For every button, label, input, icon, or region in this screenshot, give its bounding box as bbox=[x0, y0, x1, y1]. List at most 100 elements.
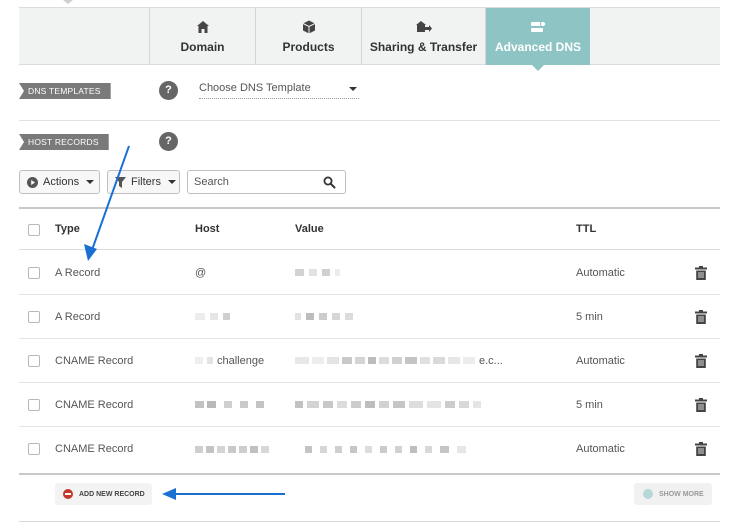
record-host bbox=[195, 427, 274, 471]
domain-tab-bar: Domain Products Sharing & Transfer Advan… bbox=[19, 7, 720, 71]
record-type: CNAME Record bbox=[55, 398, 134, 411]
redacted-block bbox=[256, 401, 264, 408]
redacted-block bbox=[335, 445, 342, 453]
redacted-block bbox=[309, 269, 317, 276]
redacted-block bbox=[445, 401, 455, 408]
redacted-block bbox=[365, 445, 372, 453]
chevron-down-icon bbox=[167, 180, 176, 184]
add-new-record-button[interactable]: ADD NEW RECORD bbox=[55, 483, 152, 505]
record-ttl: 5 min bbox=[576, 310, 603, 323]
tab-advanced-dns-label: Advanced DNS bbox=[494, 40, 582, 54]
trash-icon[interactable] bbox=[695, 398, 707, 412]
add-circle-icon bbox=[63, 489, 73, 499]
redacted-block bbox=[306, 313, 314, 320]
redacted-block bbox=[410, 445, 417, 453]
redacted-block bbox=[337, 401, 347, 408]
record-ttl: Automatic bbox=[576, 354, 625, 367]
table-row: CNAME Record Automatic bbox=[19, 427, 720, 471]
record-host bbox=[195, 383, 269, 426]
search-input[interactable] bbox=[194, 176, 314, 188]
dns-template-select[interactable]: Choose DNS Template bbox=[199, 82, 359, 99]
row-checkbox[interactable] bbox=[28, 311, 40, 323]
top-notch bbox=[63, 0, 73, 4]
tab-domain[interactable]: Domain bbox=[149, 8, 255, 65]
record-value bbox=[295, 295, 358, 338]
redacted-block bbox=[295, 269, 304, 276]
table-row: CNAME Record 5 min bbox=[19, 383, 720, 427]
record-value bbox=[295, 251, 345, 294]
redacted-block bbox=[379, 357, 389, 364]
redacted-block bbox=[322, 269, 330, 276]
redacted-block bbox=[335, 269, 340, 276]
redacted-block bbox=[305, 445, 312, 453]
record-type: CNAME Record bbox=[55, 443, 134, 455]
redacted-block bbox=[440, 445, 449, 453]
row-checkbox[interactable] bbox=[28, 399, 40, 411]
trash-icon[interactable] bbox=[695, 266, 707, 280]
tab-products-label: Products bbox=[282, 40, 335, 54]
record-host: challenge bbox=[195, 339, 264, 382]
redacted-block bbox=[239, 445, 247, 453]
filter-icon bbox=[115, 176, 126, 188]
bottom-rule bbox=[19, 521, 720, 522]
table-row: A Record 5 min bbox=[19, 295, 720, 339]
redacted-block bbox=[473, 401, 481, 408]
redacted-block bbox=[395, 445, 402, 453]
row-checkbox[interactable] bbox=[28, 443, 40, 455]
transfer-icon bbox=[415, 21, 432, 32]
actions-button[interactable]: Actions bbox=[19, 170, 100, 194]
record-type: A Record bbox=[55, 266, 101, 279]
chevron-down-icon bbox=[349, 87, 357, 91]
play-circle-icon bbox=[27, 176, 38, 188]
tab-sharing-transfer[interactable]: Sharing & Transfer bbox=[361, 8, 485, 65]
header-type: Type bbox=[55, 223, 80, 235]
trash-icon[interactable] bbox=[695, 442, 707, 456]
tab-products[interactable]: Products bbox=[255, 8, 361, 65]
redacted-block bbox=[380, 445, 387, 453]
redacted-block bbox=[405, 357, 417, 364]
record-value bbox=[295, 383, 575, 426]
redacted-block bbox=[228, 445, 236, 453]
redacted-block bbox=[345, 313, 353, 320]
redacted-block bbox=[350, 445, 357, 453]
trash-icon[interactable] bbox=[695, 310, 707, 324]
dns-templates-help-icon[interactable]: ? bbox=[159, 81, 178, 100]
filters-button-label: Filters bbox=[131, 176, 161, 188]
tab-sharing-transfer-label: Sharing & Transfer bbox=[369, 40, 478, 54]
redacted-block bbox=[223, 313, 230, 320]
redacted-block bbox=[240, 401, 248, 408]
redacted-block bbox=[433, 357, 445, 364]
header-host: Host bbox=[195, 223, 220, 235]
redacted-block bbox=[195, 401, 204, 408]
host-records-help-icon[interactable]: ? bbox=[159, 132, 178, 151]
redacted-block bbox=[207, 357, 213, 364]
header-ttl: TTL bbox=[576, 223, 597, 235]
row-checkbox[interactable] bbox=[28, 267, 40, 279]
host-records-label: HOST RECORDS bbox=[19, 134, 109, 150]
dns-templates-label: DNS TEMPLATES bbox=[19, 83, 111, 99]
redacted-block bbox=[448, 357, 460, 364]
redacted-block bbox=[312, 357, 324, 364]
redacted-block bbox=[392, 357, 402, 364]
trash-icon[interactable] bbox=[695, 354, 707, 368]
search-icon[interactable] bbox=[323, 176, 336, 189]
filters-button[interactable]: Filters bbox=[107, 170, 180, 194]
tab-advanced-dns[interactable]: Advanced DNS bbox=[485, 8, 590, 71]
redacted-block bbox=[368, 357, 376, 364]
redacted-block bbox=[420, 357, 430, 364]
redacted-block bbox=[463, 357, 475, 364]
redacted-block bbox=[307, 401, 319, 408]
record-host-text: challenge bbox=[217, 354, 265, 367]
select-all-checkbox[interactable] bbox=[28, 224, 40, 236]
show-more-button[interactable]: SHOW MORE bbox=[634, 483, 712, 505]
section-divider bbox=[19, 120, 720, 121]
chevron-down-icon bbox=[86, 180, 95, 184]
redacted-block bbox=[210, 313, 218, 320]
table-row: A Record @ Automatic bbox=[19, 251, 720, 295]
dns-template-select-value: Choose DNS Template bbox=[199, 82, 311, 94]
redacted-block bbox=[195, 445, 203, 453]
row-checkbox[interactable] bbox=[28, 355, 40, 367]
redacted-block bbox=[323, 401, 333, 408]
redacted-block bbox=[355, 357, 365, 364]
redacted-block bbox=[195, 313, 205, 320]
